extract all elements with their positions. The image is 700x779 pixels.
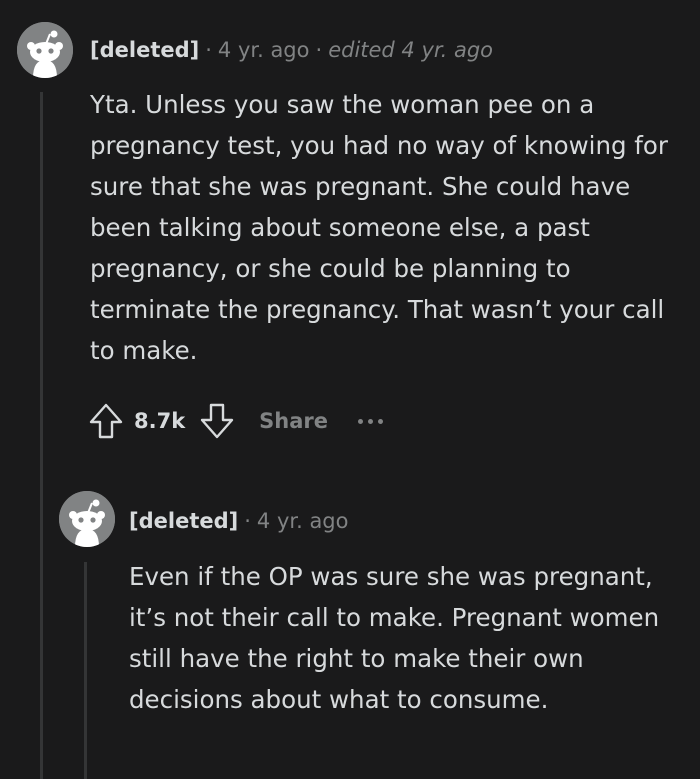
comment-actions: 8.7k Share [88,401,384,441]
thread-line[interactable] [84,562,87,779]
comment-meta: [deleted] · 4 yr. ago · edited 4 yr. ago [90,36,493,64]
comment-text: Yta. Unless you saw the woman pee on a p… [90,90,668,365]
share-button[interactable]: Share [259,409,328,433]
comment-age[interactable]: 4 yr. ago [257,509,349,533]
comment-age[interactable]: 4 yr. ago [218,38,310,62]
snoo-avatar-icon [59,491,115,547]
thread-line[interactable] [40,92,43,779]
comment-text: Even if the OP was sure she was pregnant… [129,562,660,714]
comment-author[interactable]: [deleted] [129,509,238,533]
ellipsis-dot-icon [368,418,374,424]
avatar[interactable] [59,491,115,547]
ellipsis-dot-icon [358,418,364,424]
separator-dot: · [244,509,251,533]
comment-edited: edited 4 yr. ago [328,38,493,62]
comment-body: Even if the OP was sure she was pregnant… [129,556,674,720]
comment-author[interactable]: [deleted] [90,38,199,62]
vote-score: 8.7k [134,409,186,433]
comment-body: Yta. Unless you saw the woman pee on a p… [90,84,670,371]
downvote-button[interactable] [199,402,235,440]
downvote-arrow-icon [200,403,234,439]
upvote-button[interactable] [88,402,124,440]
separator-dot: · [315,38,323,62]
more-options-button[interactable] [358,418,384,424]
separator-dot: · [205,38,212,62]
upvote-arrow-icon [89,403,123,439]
avatar[interactable] [17,22,73,78]
comment-meta: [deleted] · 4 yr. ago [129,507,349,535]
snoo-avatar-icon [17,22,73,78]
ellipsis-dot-icon [378,418,384,424]
